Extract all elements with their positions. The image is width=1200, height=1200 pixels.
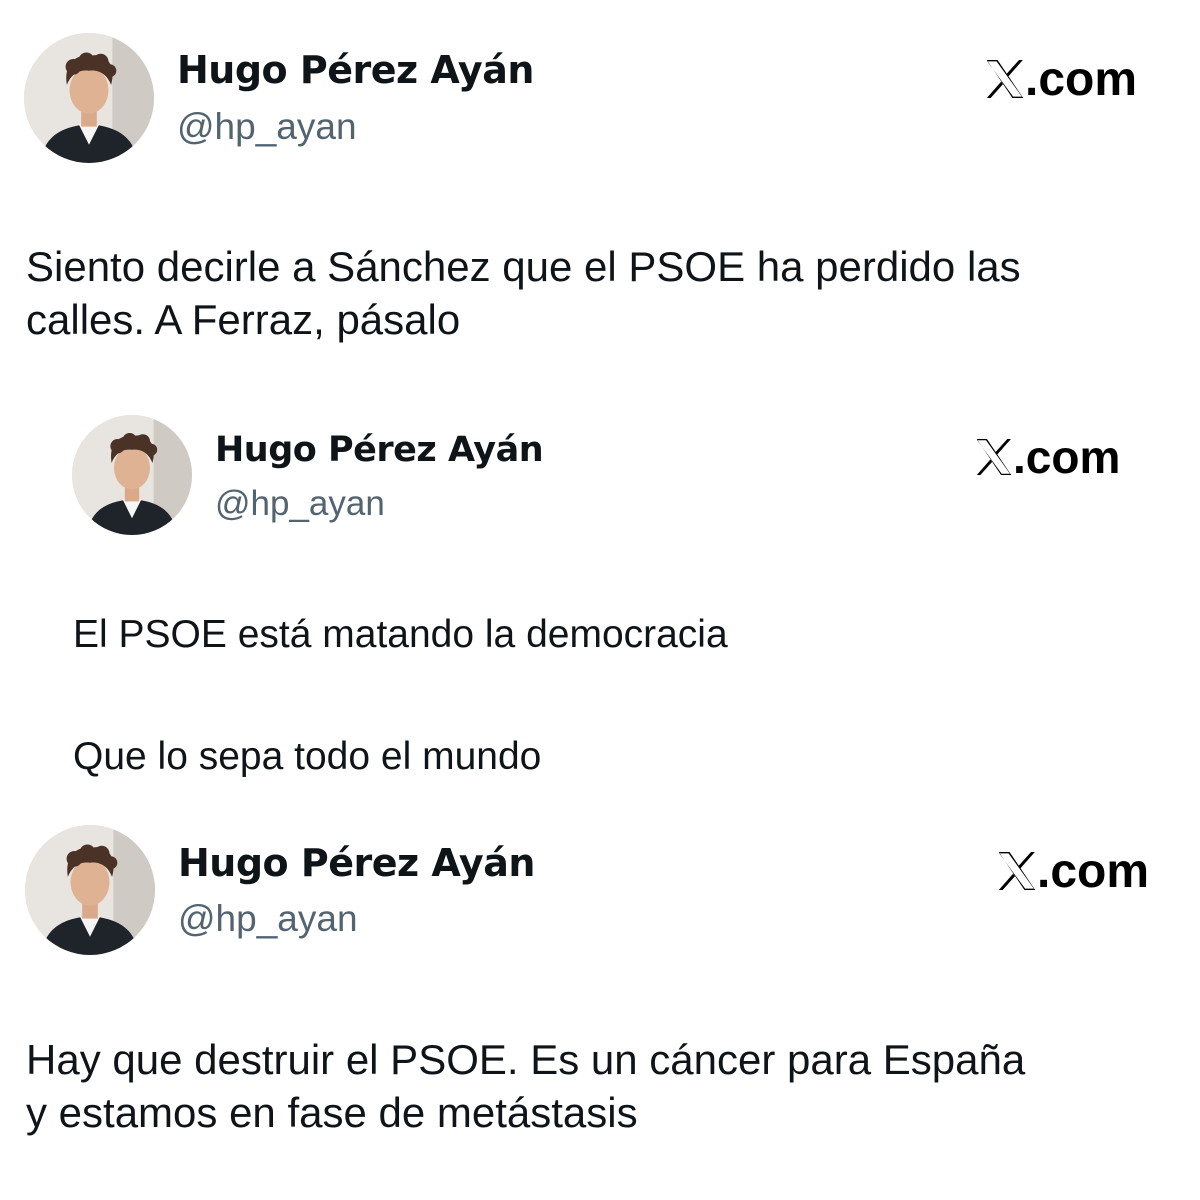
x-logo: .com [985,52,1138,106]
x-logo: .com [997,844,1150,898]
tweet-paragraph: Que lo sepa todo el mundo [73,734,542,778]
author-handle[interactable]: @hp_ayan [215,484,385,524]
x-logo-domain: .com [1013,431,1121,483]
profile-photo-icon [72,415,192,535]
tweet-text-line: Hay que destruir el PSOE. Es un cáncer p… [26,1036,1026,1083]
author-name[interactable]: Hugo Pérez Ayán [177,48,534,92]
x-logo-icon [985,60,1025,98]
profile-avatar[interactable] [24,33,154,163]
tweet-text-line: y estamos en fase de metástasis [26,1089,638,1137]
tweet-text-line: calles. A Ferraz, pásalo [26,296,461,344]
profile-photo-icon [24,33,154,163]
profile-avatar[interactable] [72,415,192,535]
tweet-text: El PSOE está matando la democracia Que l… [73,610,728,781]
author-handle[interactable]: @hp_ayan [177,106,357,148]
tweet-text: Hay que destruir el PSOE. Es un cáncer p… [26,1033,1025,1140]
tweet-card-1: Hugo Pérez Ayán @hp_ayan .com Siento dec… [0,0,1200,400]
author-name[interactable]: Hugo Pérez Ayán [215,430,544,470]
tweet-card-3: Hugo Pérez Ayán @hp_ayan .com Hay que de… [0,805,1200,1200]
tweet-text-line: Siento decirle a Sánchez que el PSOE ha … [26,243,1021,290]
x-logo-icon [975,439,1013,475]
profile-photo-icon [25,825,155,955]
author-name[interactable]: Hugo Pérez Ayán [178,841,535,885]
tweet-paragraph: El PSOE está matando la democracia [73,613,728,656]
tweet-text: Siento decirle a Sánchez que el PSOE ha … [26,240,1021,347]
x-logo-domain: .com [1025,52,1138,106]
x-logo-icon [997,852,1037,890]
x-logo: .com [975,431,1121,483]
tweet-card-2: Hugo Pérez Ayán @hp_ayan .com El PSOE es… [0,400,1200,805]
profile-avatar[interactable] [25,825,155,955]
author-handle[interactable]: @hp_ayan [178,898,358,940]
x-logo-domain: .com [1037,844,1150,898]
